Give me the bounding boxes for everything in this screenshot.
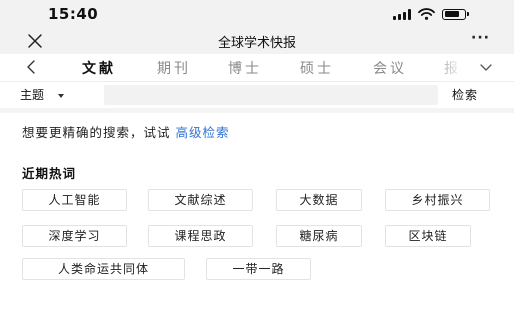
caret-down-icon <box>58 93 65 98</box>
wifi-icon <box>418 8 435 20</box>
page-title: 全球学术快报 <box>217 36 296 51</box>
hot-tag[interactable]: 区块链 <box>385 225 471 247</box>
search-row: 主题 检索 <box>0 82 514 108</box>
battery-level <box>444 11 459 17</box>
hot-tag[interactable]: 人工智能 <box>22 189 127 211</box>
tab-boshi[interactable]: 博士 <box>228 58 262 78</box>
tab-qikan[interactable]: 期刊 <box>157 58 191 78</box>
status-icons <box>393 8 469 20</box>
signal-icon <box>393 8 411 20</box>
hot-tag[interactable]: 大数据 <box>276 189 362 211</box>
hot-tag[interactable]: 糖尿病 <box>276 225 362 247</box>
status-bar: 15:40 <box>0 0 514 28</box>
hot-tag[interactable]: 文献综述 <box>148 189 253 211</box>
section-divider <box>0 108 514 113</box>
tab-wenxian[interactable]: 文献 <box>82 58 116 78</box>
advanced-search-link[interactable]: 高级检索 <box>176 125 230 140</box>
more-menu-button[interactable]: ··· <box>471 30 490 46</box>
hot-tag[interactable]: 课程思政 <box>148 225 253 247</box>
hot-keywords-title: 近期热词 <box>22 166 77 181</box>
advanced-search-hint: 想要更精确的搜索，试试 高级检索 <box>22 122 230 141</box>
tab-huiyi[interactable]: 会议 <box>373 58 407 78</box>
hint-text: 想要更精确的搜索，试试 <box>22 125 171 140</box>
nav-bar: 全球学术快报 ··· <box>0 28 514 54</box>
chevron-left-icon[interactable] <box>24 59 38 75</box>
search-button[interactable]: 检索 <box>452 86 478 103</box>
hot-tag[interactable]: 人类命运共同体 <box>22 258 185 280</box>
tab-shuoshi[interactable]: 硕士 <box>300 58 334 78</box>
hot-tag[interactable]: 乡村振兴 <box>385 189 490 211</box>
search-input[interactable] <box>104 85 438 105</box>
hot-tag[interactable]: 一带一路 <box>206 258 311 280</box>
hot-tag[interactable]: 深度学习 <box>22 225 127 247</box>
subject-select[interactable]: 主题 <box>20 86 65 103</box>
category-tabs: 文献 期刊 博士 硕士 会议 报 <box>0 54 514 82</box>
chevron-down-icon[interactable] <box>480 62 492 72</box>
status-time: 15:40 <box>48 5 99 23</box>
battery-icon <box>442 8 469 20</box>
subject-select-label: 主题 <box>20 88 45 102</box>
tabs-fade-overlay <box>432 54 472 81</box>
